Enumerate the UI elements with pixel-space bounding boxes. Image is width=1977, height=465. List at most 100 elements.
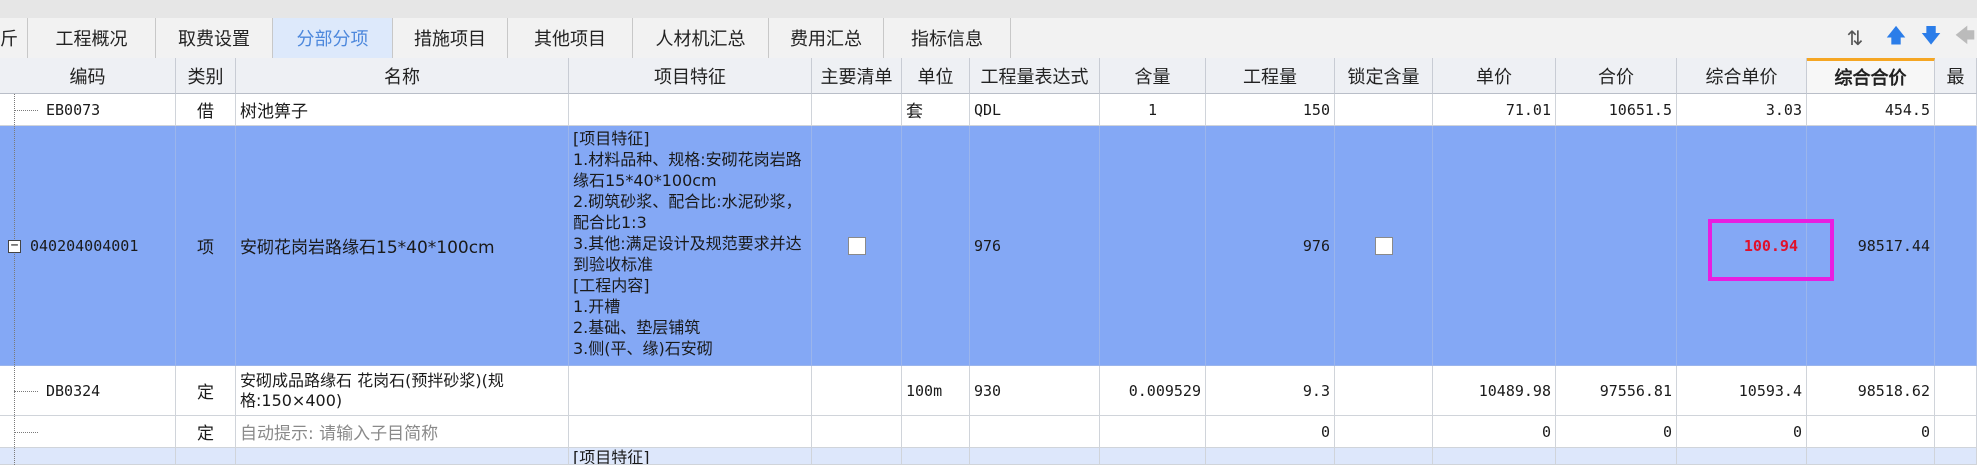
col-header-unit-price[interactable]: 单价 [1433,58,1556,94]
cell-type[interactable]: 定 [176,366,236,416]
cell-feature[interactable] [569,366,812,416]
cell-qty-expr[interactable]: QDL [970,94,1100,126]
cell-qty-expr[interactable] [970,416,1100,448]
cell-type[interactable] [176,448,236,465]
sort-icon[interactable]: ⇅ [1843,26,1867,50]
arrow-left-icon[interactable]: 🡄 [1953,23,1977,50]
col-header-content[interactable]: 含量 [1100,58,1206,94]
cell-lock-content[interactable] [1335,416,1433,448]
cell-feature[interactable]: [项目特征] 1.材料品种、规格:安砌花岗岩路缘石15*40*100cm 2.砌… [569,126,812,366]
cell-content[interactable]: 0.009529 [1100,366,1206,416]
cell-comp-unit-price[interactable] [1677,448,1807,465]
cell-comp-total[interactable]: 0 [1807,416,1935,448]
cell-unit[interactable] [902,416,970,448]
cell-unit-price[interactable] [1433,126,1556,366]
cell-unit[interactable] [902,448,970,465]
cell-content[interactable] [1100,126,1206,366]
col-header-main-list[interactable]: 主要清单 [812,58,902,94]
cell-unit-price[interactable]: 10489.98 [1433,366,1556,416]
col-header-more[interactable]: 最 [1935,58,1977,94]
cell-name[interactable]: 树池箅子 [236,94,569,126]
col-header-unit[interactable]: 单位 [902,58,970,94]
cell-qty[interactable]: 0 [1206,416,1335,448]
col-header-qty-expr[interactable]: 工程量表达式 [970,58,1100,94]
tab-index-info[interactable]: 指标信息 [884,18,1011,58]
cell-content[interactable]: 1 [1100,94,1206,126]
tab-other-items[interactable]: 其他项目 [508,18,633,58]
cell-name[interactable]: 安砌成品路缘石 花岗石(预拌砂浆)(规格:150×400) [236,366,569,416]
arrow-down-icon[interactable]: 🡇 [1919,23,1943,50]
col-header-name[interactable]: 名称 [236,58,569,94]
cell-total-price[interactable]: 97556.81 [1556,366,1677,416]
cell-unit[interactable]: 100m [902,366,970,416]
cell-unit-price[interactable]: 0 [1433,416,1556,448]
tab-measures[interactable]: 措施项目 [393,18,508,58]
col-header-code[interactable]: 编码 [0,58,176,94]
cell-total-price[interactable]: 10651.5 [1556,94,1677,126]
cell-type[interactable]: 项 [176,126,236,366]
cell-type[interactable]: 定 [176,416,236,448]
cell-feature[interactable]: [项目特征] [569,448,812,465]
col-header-total-price[interactable]: 合价 [1556,58,1677,94]
tab-labor-material-summary[interactable]: 人材机汇总 [633,18,769,58]
cell-name-hint[interactable]: 自动提示: 请输入子目简称 [236,416,569,448]
tab-partial[interactable]: 斤 [0,18,28,58]
tab-project-overview[interactable]: 工程概况 [28,18,156,58]
cell-total-price[interactable] [1556,448,1677,465]
cell-feature[interactable] [569,416,812,448]
collapse-toggle-icon[interactable]: − [8,239,21,253]
cell-unit-price[interactable] [1433,448,1556,465]
cell-name[interactable] [236,448,569,465]
cell-comp-unit-price[interactable]: 10593.4 [1677,366,1807,416]
cell-more[interactable] [1935,94,1977,126]
cell-main-list[interactable] [812,416,902,448]
lock-content-checkbox[interactable] [1374,236,1393,255]
tab-fee-settings[interactable]: 取费设置 [156,18,273,58]
cell-main-list[interactable] [812,448,902,465]
cell-content[interactable] [1100,448,1206,465]
cell-comp-total[interactable]: 98518.62 [1807,366,1935,416]
cell-qty-expr[interactable] [970,448,1100,465]
cell-lock-content[interactable] [1335,94,1433,126]
col-header-lock-content[interactable]: 锁定含量 [1335,58,1433,94]
cell-qty[interactable]: 976 [1206,126,1335,366]
cell-main-list[interactable] [812,94,902,126]
tab-sub-items[interactable]: 分部分项 [273,18,393,58]
cell-feature[interactable] [569,94,812,126]
cell-qty[interactable]: 150 [1206,94,1335,126]
cell-unit[interactable]: 套 [902,94,970,126]
cell-lock-content[interactable] [1335,126,1433,366]
cell-type[interactable]: 借 [176,94,236,126]
cell-qty[interactable] [1206,448,1335,465]
cell-qty[interactable]: 9.3 [1206,366,1335,416]
cell-lock-content[interactable] [1335,448,1433,465]
cell-more[interactable] [1935,448,1977,465]
cell-lock-content[interactable] [1335,366,1433,416]
main-list-checkbox[interactable] [847,236,866,255]
cell-qty-expr[interactable]: 930 [970,366,1100,416]
tab-fee-summary[interactable]: 费用汇总 [769,18,884,58]
col-header-comp-unit-price[interactable]: 综合单价 [1677,58,1807,94]
cell-main-list[interactable] [812,126,902,366]
cell-total-price[interactable] [1556,126,1677,366]
cell-name[interactable]: 安砌花岗岩路缘石15*40*100cm [236,126,569,366]
cell-comp-unit-price[interactable]: 3.03 [1677,94,1807,126]
cell-more[interactable] [1935,416,1977,448]
cell-comp-total[interactable] [1807,448,1935,465]
cell-unit[interactable] [902,126,970,366]
cell-qty-expr[interactable]: 976 [970,126,1100,366]
cell-more[interactable] [1935,366,1977,416]
cell-code[interactable] [0,448,176,465]
col-header-qty[interactable]: 工程量 [1206,58,1335,94]
cell-code[interactable]: 040204004001 [0,126,176,366]
cell-main-list[interactable] [812,366,902,416]
col-header-comp-total[interactable]: 综合合价 [1807,58,1935,94]
cell-comp-total[interactable]: 454.5 [1807,94,1935,126]
arrow-up-icon[interactable]: 🡅 [1884,23,1908,50]
cell-more[interactable] [1935,126,1977,366]
col-header-feature[interactable]: 项目特征 [569,58,812,94]
cell-unit-price[interactable]: 71.01 [1433,94,1556,126]
cell-comp-unit-price[interactable]: 0 [1677,416,1807,448]
cell-total-price[interactable]: 0 [1556,416,1677,448]
cell-content[interactable] [1100,416,1206,448]
